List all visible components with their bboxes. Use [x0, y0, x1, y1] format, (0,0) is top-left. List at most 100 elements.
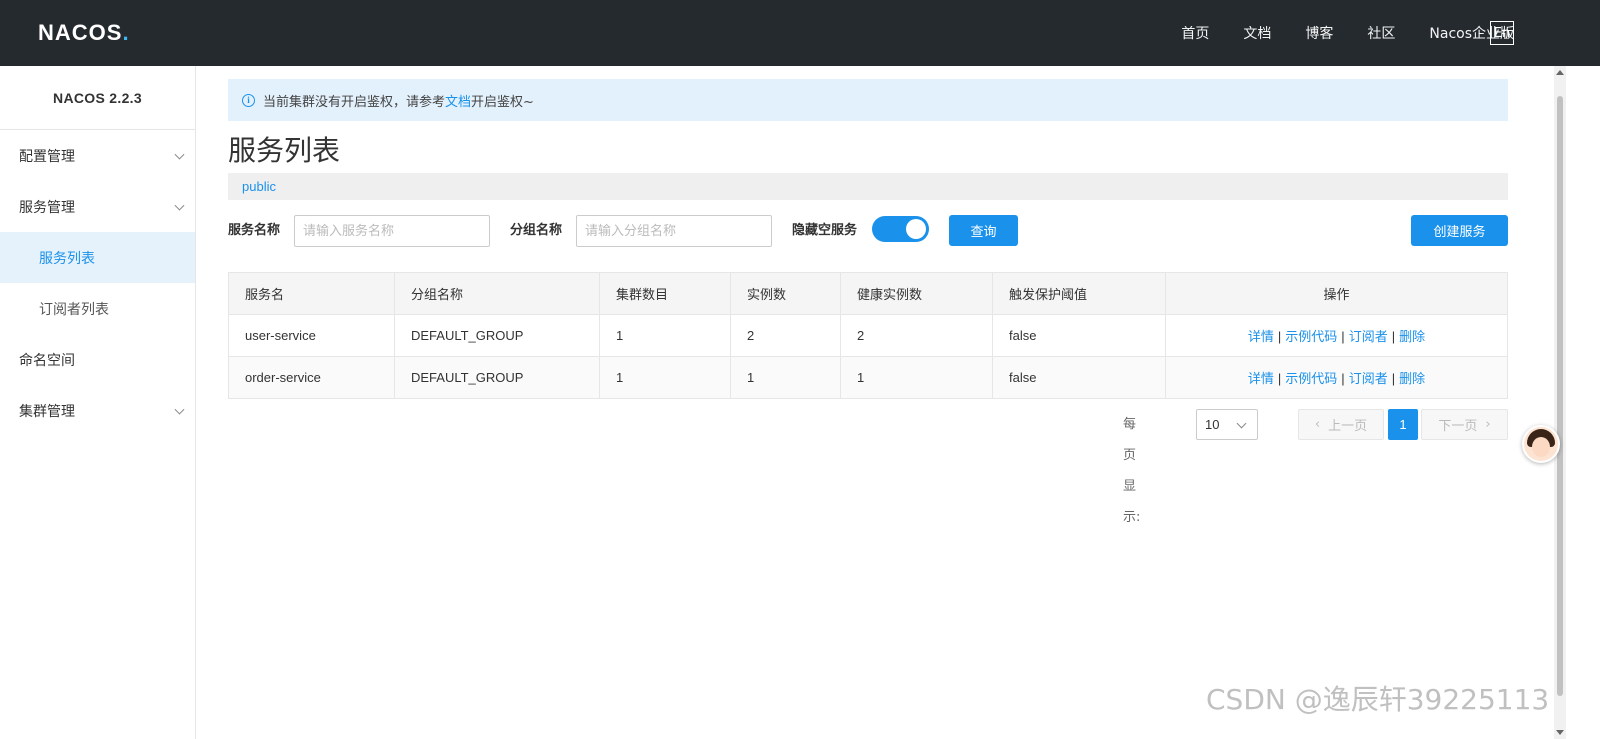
col-healthy-instance-count[interactable]: 健康实例数: [840, 272, 993, 315]
hide-empty-label: 隐藏空服务: [792, 223, 858, 238]
group-name-label: 分组名称: [510, 223, 563, 238]
detail-link[interactable]: 详情: [1248, 330, 1274, 345]
cell-service-name: user-service: [228, 314, 395, 357]
sidebar-title: NACOS 2.2.3: [0, 66, 195, 130]
next-page-label: 下一页: [1438, 419, 1478, 434]
toggle-knob: [906, 219, 926, 239]
cell-cluster-count: 1: [599, 356, 731, 399]
scroll-thumb[interactable]: [1557, 96, 1563, 696]
cell-instance-count: 1: [730, 356, 841, 399]
separator: |: [1341, 329, 1345, 344]
table-row: order-service DEFAULT_GROUP 1 1 1 false …: [228, 356, 1508, 399]
namespace-public[interactable]: public: [242, 179, 276, 194]
chevron-left-icon: ‹: [1314, 417, 1321, 432]
language-toggle-button[interactable]: En: [1490, 21, 1514, 45]
sidebar-item-subscriber-list[interactable]: 订阅者列表: [0, 283, 195, 334]
col-instance-count[interactable]: 实例数: [730, 272, 841, 315]
top-header: NACOS. 首页 文档 博客 社区 Nacos企业版 En: [0, 0, 1600, 66]
create-service-button[interactable]: 创建服务: [1411, 215, 1508, 246]
page-1-button[interactable]: 1: [1388, 409, 1418, 440]
service-name-label: 服务名称: [228, 223, 281, 238]
filter-bar: 服务名称 分组名称 隐藏空服务 查询 创建服务: [228, 215, 1508, 247]
next-page-button[interactable]: 下一页 ›: [1421, 409, 1508, 440]
group-name-input[interactable]: [576, 215, 772, 247]
sidebar-item-service-list[interactable]: 服务列表: [0, 232, 195, 283]
separator: |: [1341, 371, 1345, 386]
delete-link[interactable]: 删除: [1399, 372, 1425, 387]
nav-community[interactable]: 社区: [1367, 23, 1395, 43]
cell-group-name: DEFAULT_GROUP: [394, 314, 600, 357]
subscribers-link[interactable]: 订阅者: [1349, 372, 1388, 387]
col-cluster-count[interactable]: 集群数目: [599, 272, 731, 315]
nacos-logo[interactable]: NACOS.: [38, 18, 130, 48]
separator: |: [1277, 371, 1282, 386]
nav-blog[interactable]: 博客: [1305, 23, 1333, 43]
cell-healthy-count: 1: [840, 356, 993, 399]
sidebar-item-label: 服务管理: [19, 199, 75, 216]
sample-code-link[interactable]: 示例代码: [1285, 372, 1337, 387]
separator: |: [1391, 329, 1396, 344]
sidebar-item-label: 集群管理: [19, 403, 75, 420]
page-size-select[interactable]: 10: [1196, 409, 1258, 440]
chevron-right-icon: ›: [1485, 417, 1491, 432]
sidebar-item-service-management[interactable]: 服务管理: [0, 181, 195, 232]
query-button[interactable]: 查询: [949, 215, 1018, 246]
scroll-up-arrow-icon[interactable]: [1556, 70, 1564, 75]
assistant-avatar[interactable]: [1522, 425, 1560, 463]
notice-docs-link[interactable]: 文档: [445, 91, 471, 110]
cell-instance-count: 2: [730, 314, 841, 357]
scroll-down-arrow-icon[interactable]: [1556, 730, 1564, 735]
chevron-down-icon: [1236, 418, 1247, 429]
sample-code-link[interactable]: 示例代码: [1285, 330, 1337, 345]
table-header-row: 服务名 分组名称 集群数目 实例数 健康实例数 触发保护阈值 操作: [228, 272, 1508, 315]
col-protect-threshold[interactable]: 触发保护阈值: [992, 272, 1166, 315]
logo-text: NACOS: [38, 20, 123, 45]
cell-healthy-count: 2: [840, 314, 993, 357]
cell-cluster-count: 1: [599, 314, 731, 357]
cell-operations: 详情 | 示例代码 | 订阅者 | 删除: [1165, 314, 1508, 357]
sidebar: NACOS 2.2.3 配置管理 服务管理 服务列表 订阅者列表 命名空间 集群…: [0, 66, 196, 739]
sidebar-item-label: 配置管理: [19, 148, 75, 165]
cell-group-name: DEFAULT_GROUP: [394, 356, 600, 399]
page-size-label: 每页显示:: [1123, 417, 1141, 525]
watermark: CSDN @逸辰轩39225113: [1206, 683, 1550, 716]
chevron-down-icon: [174, 404, 185, 415]
avatar-face: [1532, 437, 1550, 457]
top-nav: 首页 文档 博客 社区 Nacos企业版: [1147, 0, 1514, 66]
sidebar-item-label: 服务列表: [39, 250, 95, 267]
notice-text-before: 当前集群没有开启鉴权，请参考: [263, 94, 446, 110]
notice-text-after: 开启鉴权~: [471, 94, 534, 110]
info-icon: i: [242, 93, 255, 107]
col-operations: 操作: [1165, 272, 1508, 315]
sidebar-item-namespace[interactable]: 命名空间: [0, 334, 195, 385]
cell-operations: 详情 | 示例代码 | 订阅者 | 删除: [1165, 356, 1508, 399]
col-service-name[interactable]: 服务名: [228, 272, 395, 315]
logo-dot: .: [122, 20, 130, 45]
service-name-input[interactable]: [294, 215, 490, 247]
sidebar-item-config-management[interactable]: 配置管理: [0, 130, 195, 181]
hide-empty-toggle[interactable]: [872, 216, 929, 242]
auth-notice: i 当前集群没有开启鉴权，请参考 文档 开启鉴权~: [228, 79, 1508, 121]
subscribers-link[interactable]: 订阅者: [1349, 330, 1388, 345]
chevron-down-icon: [174, 149, 185, 160]
cell-protect-threshold: false: [992, 356, 1166, 399]
delete-link[interactable]: 删除: [1399, 330, 1425, 345]
vertical-scrollbar[interactable]: [1554, 66, 1566, 739]
nav-home[interactable]: 首页: [1181, 23, 1209, 43]
sidebar-item-cluster-management[interactable]: 集群管理: [0, 385, 195, 436]
prev-page-label: 上一页: [1328, 419, 1368, 434]
cell-protect-threshold: false: [992, 314, 1166, 357]
nav-docs[interactable]: 文档: [1243, 23, 1271, 43]
col-group-name[interactable]: 分组名称: [394, 272, 600, 315]
chevron-down-icon: [174, 200, 185, 211]
namespace-bar: public: [228, 173, 1508, 200]
detail-link[interactable]: 详情: [1248, 372, 1274, 387]
sidebar-item-label: 命名空间: [19, 352, 75, 369]
sidebar-item-label: 订阅者列表: [39, 301, 109, 318]
separator: |: [1391, 371, 1396, 386]
page-title: 服务列表: [228, 134, 341, 167]
separator: |: [1277, 329, 1282, 344]
prev-page-button[interactable]: ‹ 上一页: [1298, 409, 1384, 440]
service-table: 服务名 分组名称 集群数目 实例数 健康实例数 触发保护阈值 操作 user-s…: [228, 272, 1508, 399]
table-row: user-service DEFAULT_GROUP 1 2 2 false 详…: [228, 314, 1508, 357]
